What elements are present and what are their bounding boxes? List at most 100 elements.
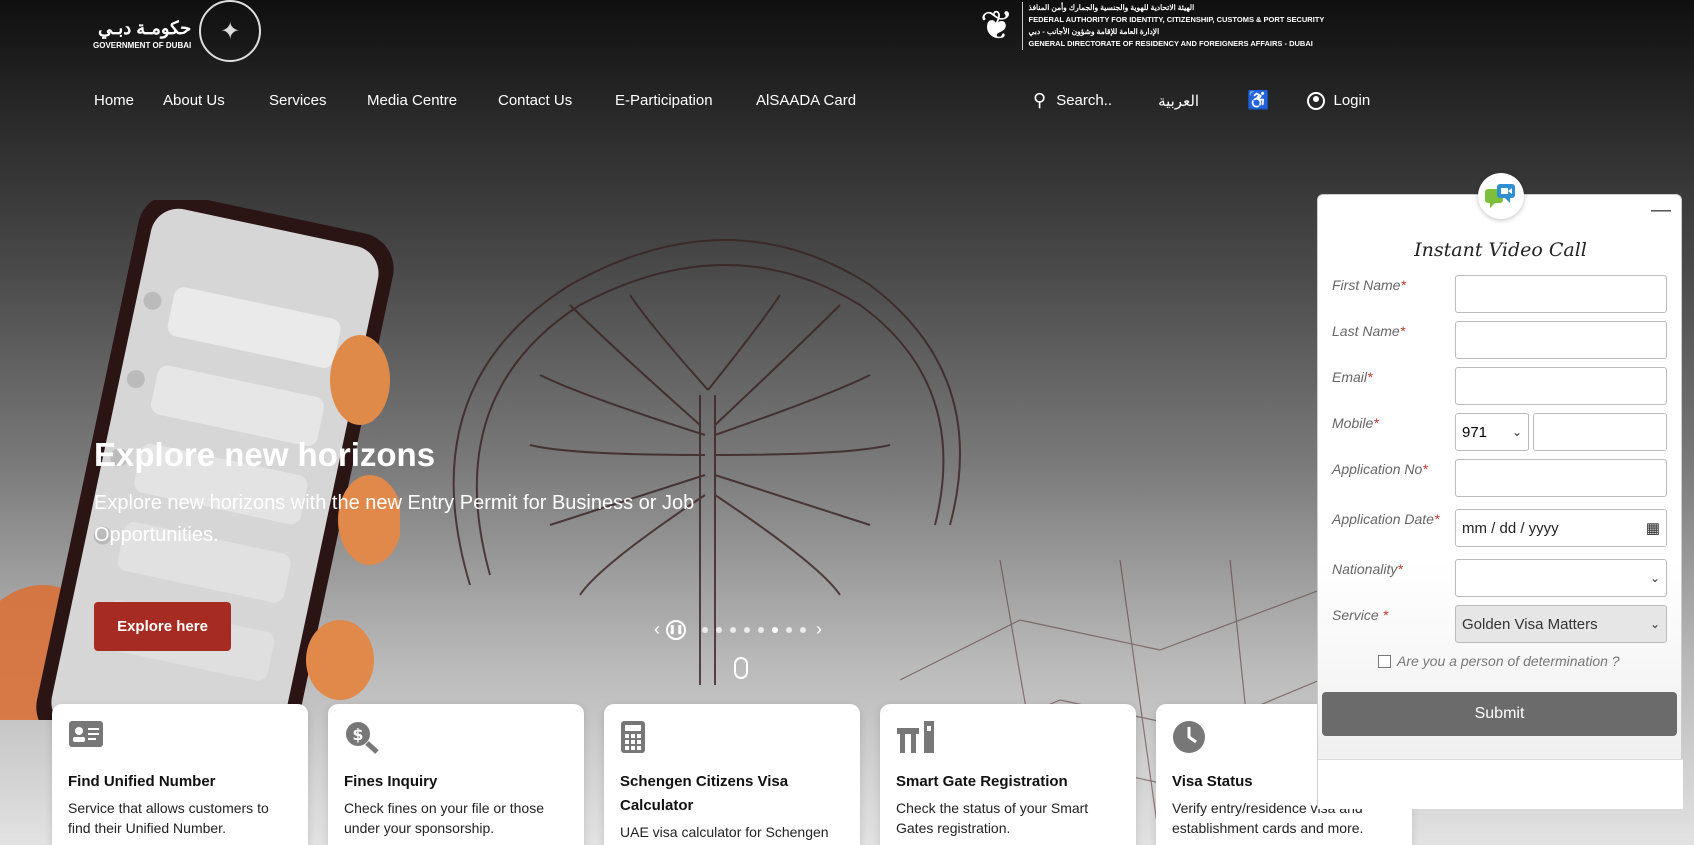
card-description: Check fines on your file or those under …: [344, 800, 544, 836]
chevron-down-icon: ⌄: [1649, 571, 1660, 585]
login-link[interactable]: Login: [1307, 91, 1371, 110]
service-card-find-unified-number[interactable]: Find Unified Number Service that allows …: [52, 704, 308, 845]
first-name-label: First Name*: [1332, 275, 1442, 295]
gdrfa-logo-text: الهيئة الاتحادية للهوية والجنسية والجمار…: [1021, 2, 1325, 50]
determination-checkbox[interactable]: [1378, 654, 1391, 668]
label-text: Nationality: [1332, 561, 1398, 577]
card-title: Fines Inquiry: [344, 773, 438, 790]
nav-item-alsaada-card[interactable]: AlSAADA Card: [756, 92, 856, 109]
carousel-dot[interactable]: [786, 626, 792, 633]
nav-item-home[interactable]: Home: [94, 92, 163, 109]
carousel-dot[interactable]: [730, 626, 736, 633]
required-mark: *: [1433, 511, 1440, 527]
service-card-smart-gate-registration[interactable]: Smart Gate Registration Check the status…: [880, 704, 1136, 845]
minimize-button[interactable]: —: [1651, 199, 1671, 222]
service-cards: Find Unified Number Service that allows …: [52, 704, 1412, 845]
nav-item-services[interactable]: Services: [269, 92, 367, 109]
gov-logo-english: GOVERNMENT OF DUBAI: [93, 41, 192, 50]
calendar-icon[interactable]: ▦: [1646, 519, 1660, 537]
carousel-dot[interactable]: [758, 626, 764, 633]
required-mark: *: [1397, 561, 1403, 577]
nav-item-e-participation[interactable]: E-Participation: [615, 92, 756, 109]
service-card-fines-inquiry[interactable]: $ Fines Inquiry Check fines on your file…: [328, 704, 584, 845]
required-mark: *: [1382, 607, 1389, 623]
video-call-title: Instant Video Call: [1414, 239, 1587, 261]
nav-item-media-centre[interactable]: Media Centre: [367, 92, 498, 109]
carousel-dot[interactable]: [744, 626, 750, 633]
card-title: Find Unified Number: [68, 773, 216, 790]
carousel-dot[interactable]: [772, 626, 778, 633]
required-mark: *: [1399, 323, 1406, 339]
clock-icon: [1172, 720, 1210, 754]
country-code-value: 971: [1462, 423, 1488, 441]
accessibility-icon[interactable]: ♿: [1247, 90, 1269, 111]
application-no-label: Application No*: [1332, 459, 1442, 479]
mobile-input[interactable]: [1533, 413, 1667, 451]
first-name-input[interactable]: [1455, 275, 1667, 313]
label-text: Service: [1332, 607, 1383, 623]
login-label: Login: [1333, 92, 1371, 109]
government-of-dubai-logo[interactable]: حكومـة دبـي GOVERNMENT OF DUBAI ✦: [93, 0, 262, 62]
user-icon: [1307, 91, 1326, 110]
determination-label: Are you a person of determination ?: [1397, 653, 1620, 669]
card-description: UAE visa calculator for Schengen citizen…: [620, 824, 829, 845]
application-date-input[interactable]: mm / dd / yyyy ▦: [1455, 509, 1667, 547]
widget-footer: [1318, 759, 1683, 809]
scroll-down-indicator[interactable]: [734, 657, 748, 679]
carousel-dot[interactable]: [702, 626, 708, 633]
email-label: Email*: [1332, 367, 1442, 387]
service-select[interactable]: Golden Visa Matters ⌄: [1455, 605, 1667, 643]
required-mark: *: [1373, 415, 1379, 431]
service-card-schengen-calculator[interactable]: Schengen Citizens Visa Calculator UAE vi…: [604, 704, 860, 845]
label-text: Application Date: [1332, 511, 1434, 527]
search-trigger[interactable]: ⚲ Search..: [1033, 90, 1112, 111]
carousel-pause-icon[interactable]: ❚❚: [666, 619, 686, 640]
nav-item-contact-us[interactable]: Contact Us: [498, 92, 615, 109]
chevron-down-icon: ⌄: [1511, 425, 1522, 439]
label-text: Last Name: [1332, 323, 1400, 339]
carousel-prev-icon[interactable]: ‹: [654, 619, 660, 640]
gov-logo-arabic: حكومـة دبـي: [98, 18, 192, 38]
dubai-emblem-icon: ✦: [199, 0, 262, 62]
card-title: Schengen Citizens Visa Calculator: [620, 773, 789, 814]
email-input[interactable]: [1455, 367, 1667, 405]
submit-button[interactable]: Submit: [1322, 692, 1677, 736]
application-no-input[interactable]: [1455, 459, 1667, 497]
gdrfa-line: GENERAL DIRECTORATE OF RESIDENCY AND FOR…: [1028, 39, 1313, 48]
date-placeholder: mm / dd / yyyy: [1462, 519, 1559, 537]
language-switch[interactable]: العربية: [1158, 92, 1199, 110]
svg-text:$: $: [352, 725, 363, 744]
dollar-search-icon: $: [344, 720, 382, 754]
instant-video-call-widget: — Instant Video Call First Name* Last Na…: [1317, 173, 1683, 809]
chevron-down-icon: ⌄: [1649, 617, 1660, 631]
person-of-determination-option[interactable]: Are you a person of determination ?: [1378, 653, 1620, 669]
nav-item-about-us[interactable]: About Us: [163, 92, 269, 109]
mobile-label: Mobile*: [1332, 413, 1442, 433]
gdrfa-line: FEDERAL AUTHORITY FOR IDENTITY, CITIZENS…: [1028, 15, 1325, 24]
card-description: Check the status of your Smart Gates reg…: [896, 800, 1089, 836]
card-title: Smart Gate Registration: [896, 773, 1068, 790]
nationality-select[interactable]: ⌄: [1455, 559, 1667, 597]
gdrfa-logo[interactable]: ❦ الهيئة الاتحادية للهوية والجنسية والجم…: [980, 2, 1324, 50]
search-icon: ⚲: [1033, 90, 1047, 110]
required-mark: *: [1367, 369, 1373, 385]
gov-logo-text: حكومـة دبـي GOVERNMENT OF DUBAI: [93, 18, 191, 50]
nav-utilities: ⚲ Search.. العربية ♿ Login: [1033, 90, 1370, 111]
nationality-label: Nationality*: [1332, 559, 1442, 579]
id-card-icon: [68, 720, 106, 754]
carousel-dot[interactable]: [716, 626, 722, 633]
carousel-dot[interactable]: [800, 626, 806, 633]
carousel-dots: [698, 626, 810, 633]
last-name-input[interactable]: [1455, 321, 1667, 359]
hero-subtitle: Explore new horizons with the new Entry …: [94, 492, 695, 546]
card-description: Service that allows customers to find th…: [68, 800, 269, 836]
required-mark: *: [1400, 277, 1406, 293]
service-value: Golden Visa Matters: [1462, 615, 1598, 633]
hero-title: Explore new horizons: [94, 436, 436, 473]
gdrfa-line: الإدارة العامة للإقامة وشؤون الأجانب - د…: [1028, 27, 1160, 36]
falcon-icon: ❦: [980, 4, 1014, 48]
carousel-next-icon[interactable]: ›: [816, 619, 822, 640]
label-text: First Name: [1332, 277, 1401, 293]
country-code-select[interactable]: 971 ⌄: [1455, 413, 1529, 451]
explore-here-button[interactable]: Explore here: [94, 602, 231, 651]
